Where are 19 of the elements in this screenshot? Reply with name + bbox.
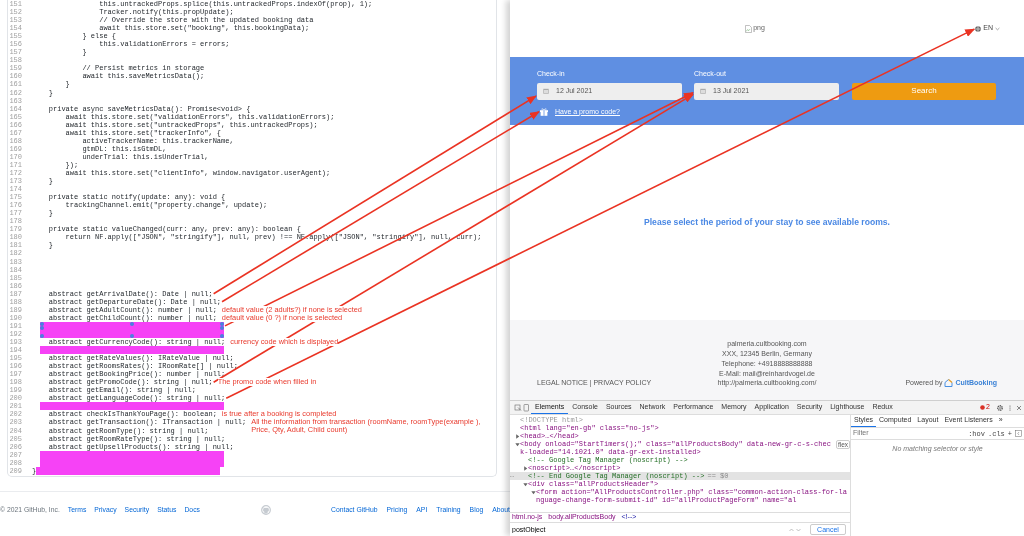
expand-arrow-icon[interactable]	[514, 441, 520, 447]
selection-handle[interactable]	[130, 333, 134, 338]
gift-icon	[540, 107, 548, 116]
collapse-arrow-icon[interactable]	[514, 433, 520, 439]
error-icon	[980, 405, 986, 410]
expand-arrow-icon[interactable]	[522, 481, 528, 487]
house-logo-icon	[944, 378, 954, 387]
globe-icon	[975, 25, 982, 32]
collapse-arrow-icon[interactable]	[522, 465, 528, 471]
sidebar-toggle-icon[interactable]	[1015, 430, 1022, 437]
broken-image-icon	[745, 24, 753, 33]
expand-arrow-icon[interactable]	[530, 489, 536, 495]
logo-icon[interactable]	[260, 505, 271, 516]
calendar-icon	[700, 88, 706, 94]
inspect-toolbar-icon[interactable]	[513, 401, 531, 415]
calendar-icon	[543, 88, 549, 94]
info-message: Please select the period of your stay to see available rooms.	[644, 216, 890, 229]
caret-icon	[995, 26, 1000, 31]
selection-handle[interactable]	[130, 321, 134, 326]
